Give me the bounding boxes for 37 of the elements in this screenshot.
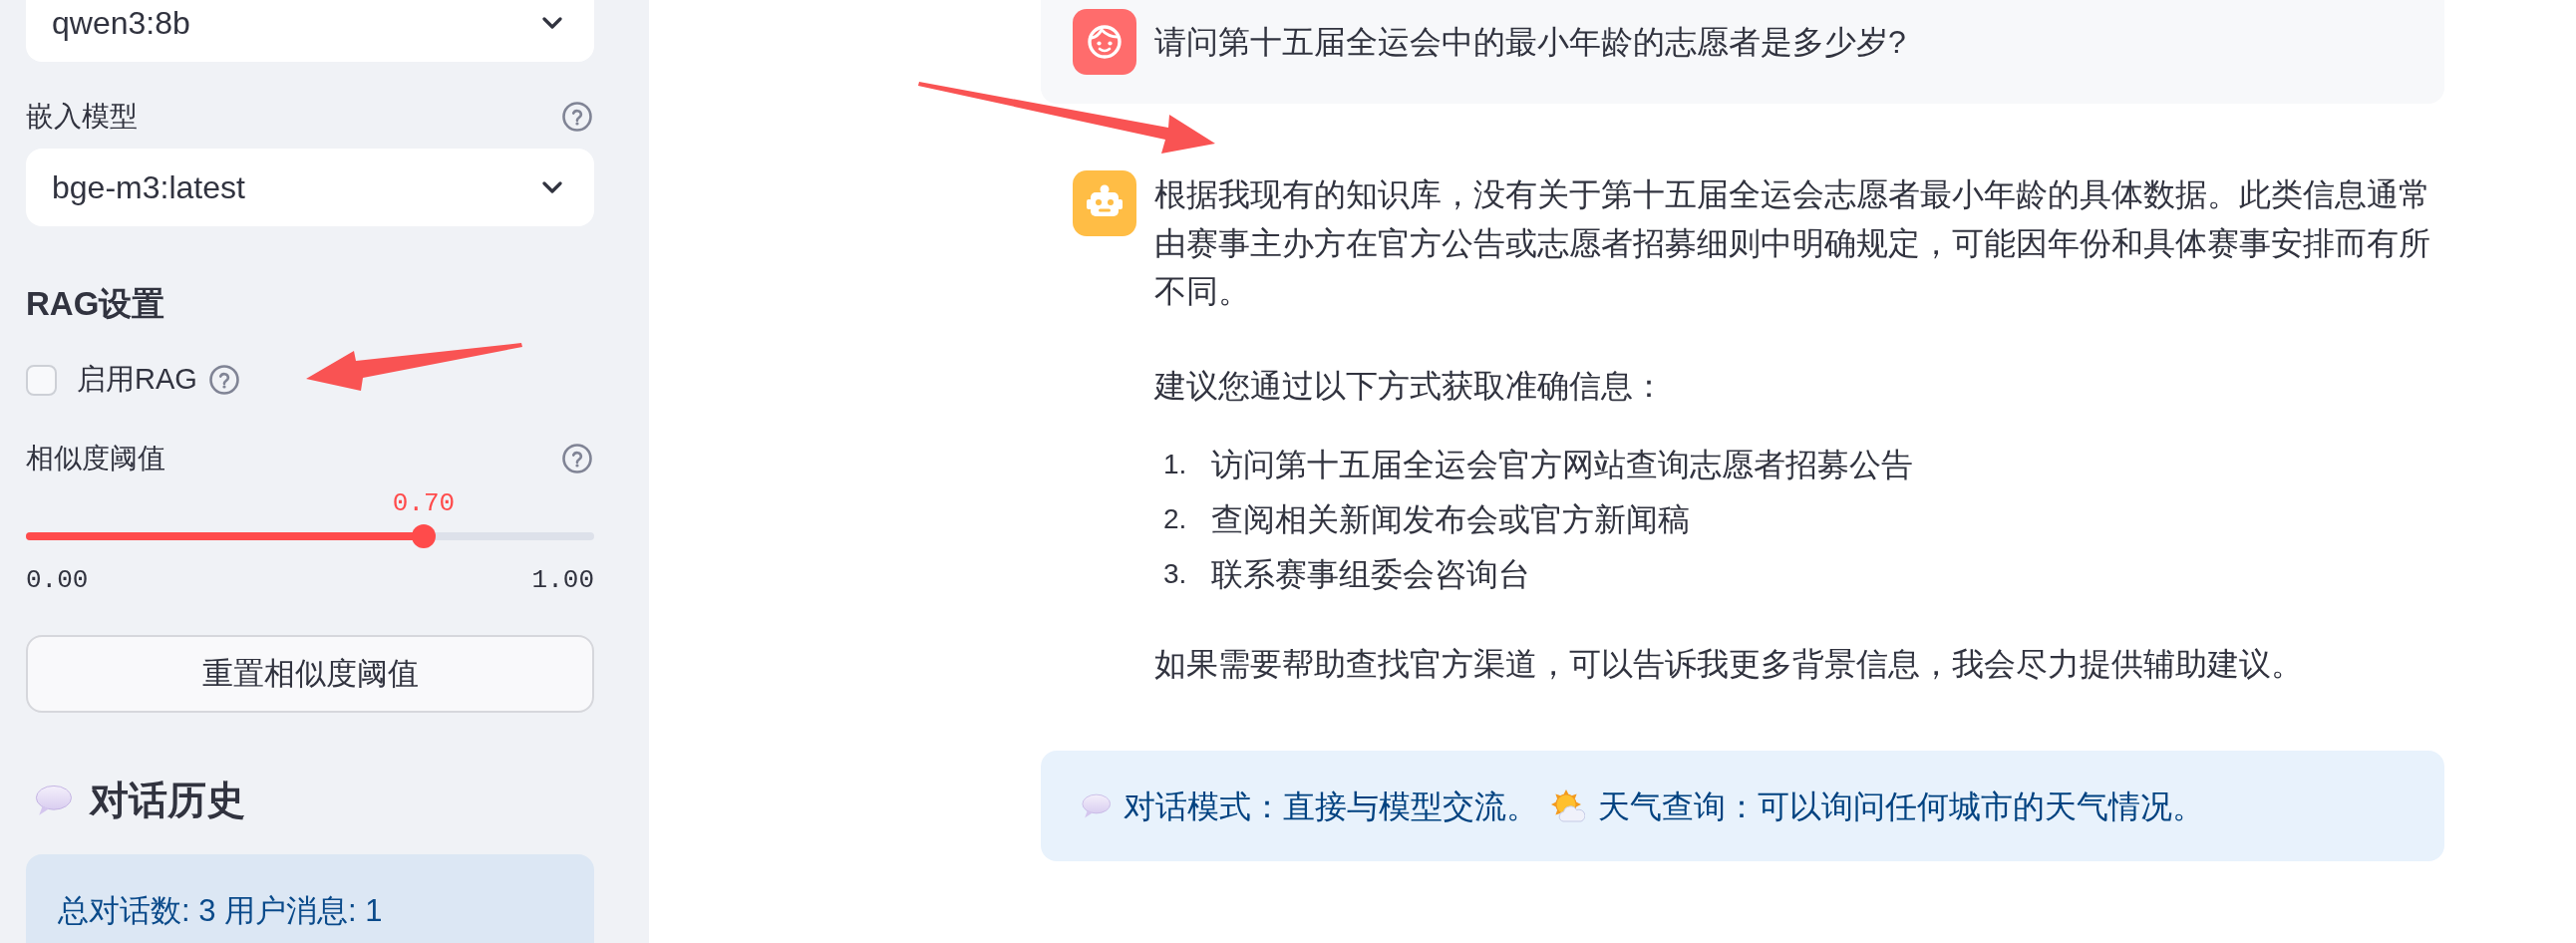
banner-text: 对话模式：直接与模型交流。	[1124, 786, 1538, 826]
slider-min-label: 0.00	[26, 563, 89, 597]
help-icon	[562, 102, 592, 132]
list-item-text: 联系赛事组委会咨询台	[1211, 555, 1530, 594]
help-icon	[208, 365, 239, 395]
face-icon	[1073, 9, 1136, 75]
list-number: 1.	[1162, 448, 1188, 481]
sun-cloud-icon	[1551, 788, 1585, 823]
embedding-model-select[interactable]: bge-m3:latest	[26, 149, 594, 226]
thought-bubble-icon	[34, 784, 72, 817]
slider-thumb[interactable]	[412, 524, 436, 548]
slider-track[interactable]	[26, 524, 594, 548]
list-item-text: 访问第十五届全运会官方网站查询志愿者招募公告	[1211, 446, 1913, 484]
robot-icon	[1073, 170, 1136, 236]
message-text: 请问第十五届全运会中的最小年龄的志愿者是多少岁?	[1154, 23, 1907, 62]
message-text: 建议您通过以下方式获取准确信息：	[1154, 366, 1666, 406]
info-text: 总对话数: 3 用户消息: 1	[58, 893, 383, 928]
thought-bubble-icon	[1081, 792, 1111, 819]
checkbox[interactable]	[26, 364, 57, 396]
list-number: 2.	[1162, 502, 1188, 536]
slider-max-label: 1.00	[531, 563, 594, 597]
field-label: 相似度阈值	[26, 442, 165, 475]
chevron-down-icon	[542, 181, 562, 193]
message-text: 如果需要帮助查找官方渠道，可以告诉我更多背景信息，我会尽力提供辅助建议。	[1154, 644, 2304, 684]
slider-value: 0.70	[392, 487, 456, 520]
banner-text: 天气查询：可以询问任何城市的天气情况。	[1598, 786, 2204, 826]
checkbox-label[interactable]: 启用RAG	[77, 358, 197, 402]
list-item-text: 查阅相关新闻发布会或官方新闻稿	[1211, 500, 1690, 539]
reset-button[interactable]: 重置相似度阈值	[26, 635, 594, 713]
chevron-down-icon	[542, 17, 562, 29]
field-label: 嵌入模型	[26, 100, 138, 134]
section-heading: 对话历史	[90, 778, 245, 823]
help-icon	[562, 444, 592, 473]
section-heading: RAG设置	[26, 284, 165, 324]
model-select[interactable]: qwen3:8b	[26, 0, 594, 62]
list-number: 3.	[1162, 557, 1188, 591]
message-text: 根据我现有的知识库，没有关于第十五届全运会志愿者最小年龄的具体数据。此类信息通常由赛事主办方在官方公告或志愿者招募细则中明确规定，可能因年份和具体赛事安排而有所不同。	[1154, 175, 2431, 311]
